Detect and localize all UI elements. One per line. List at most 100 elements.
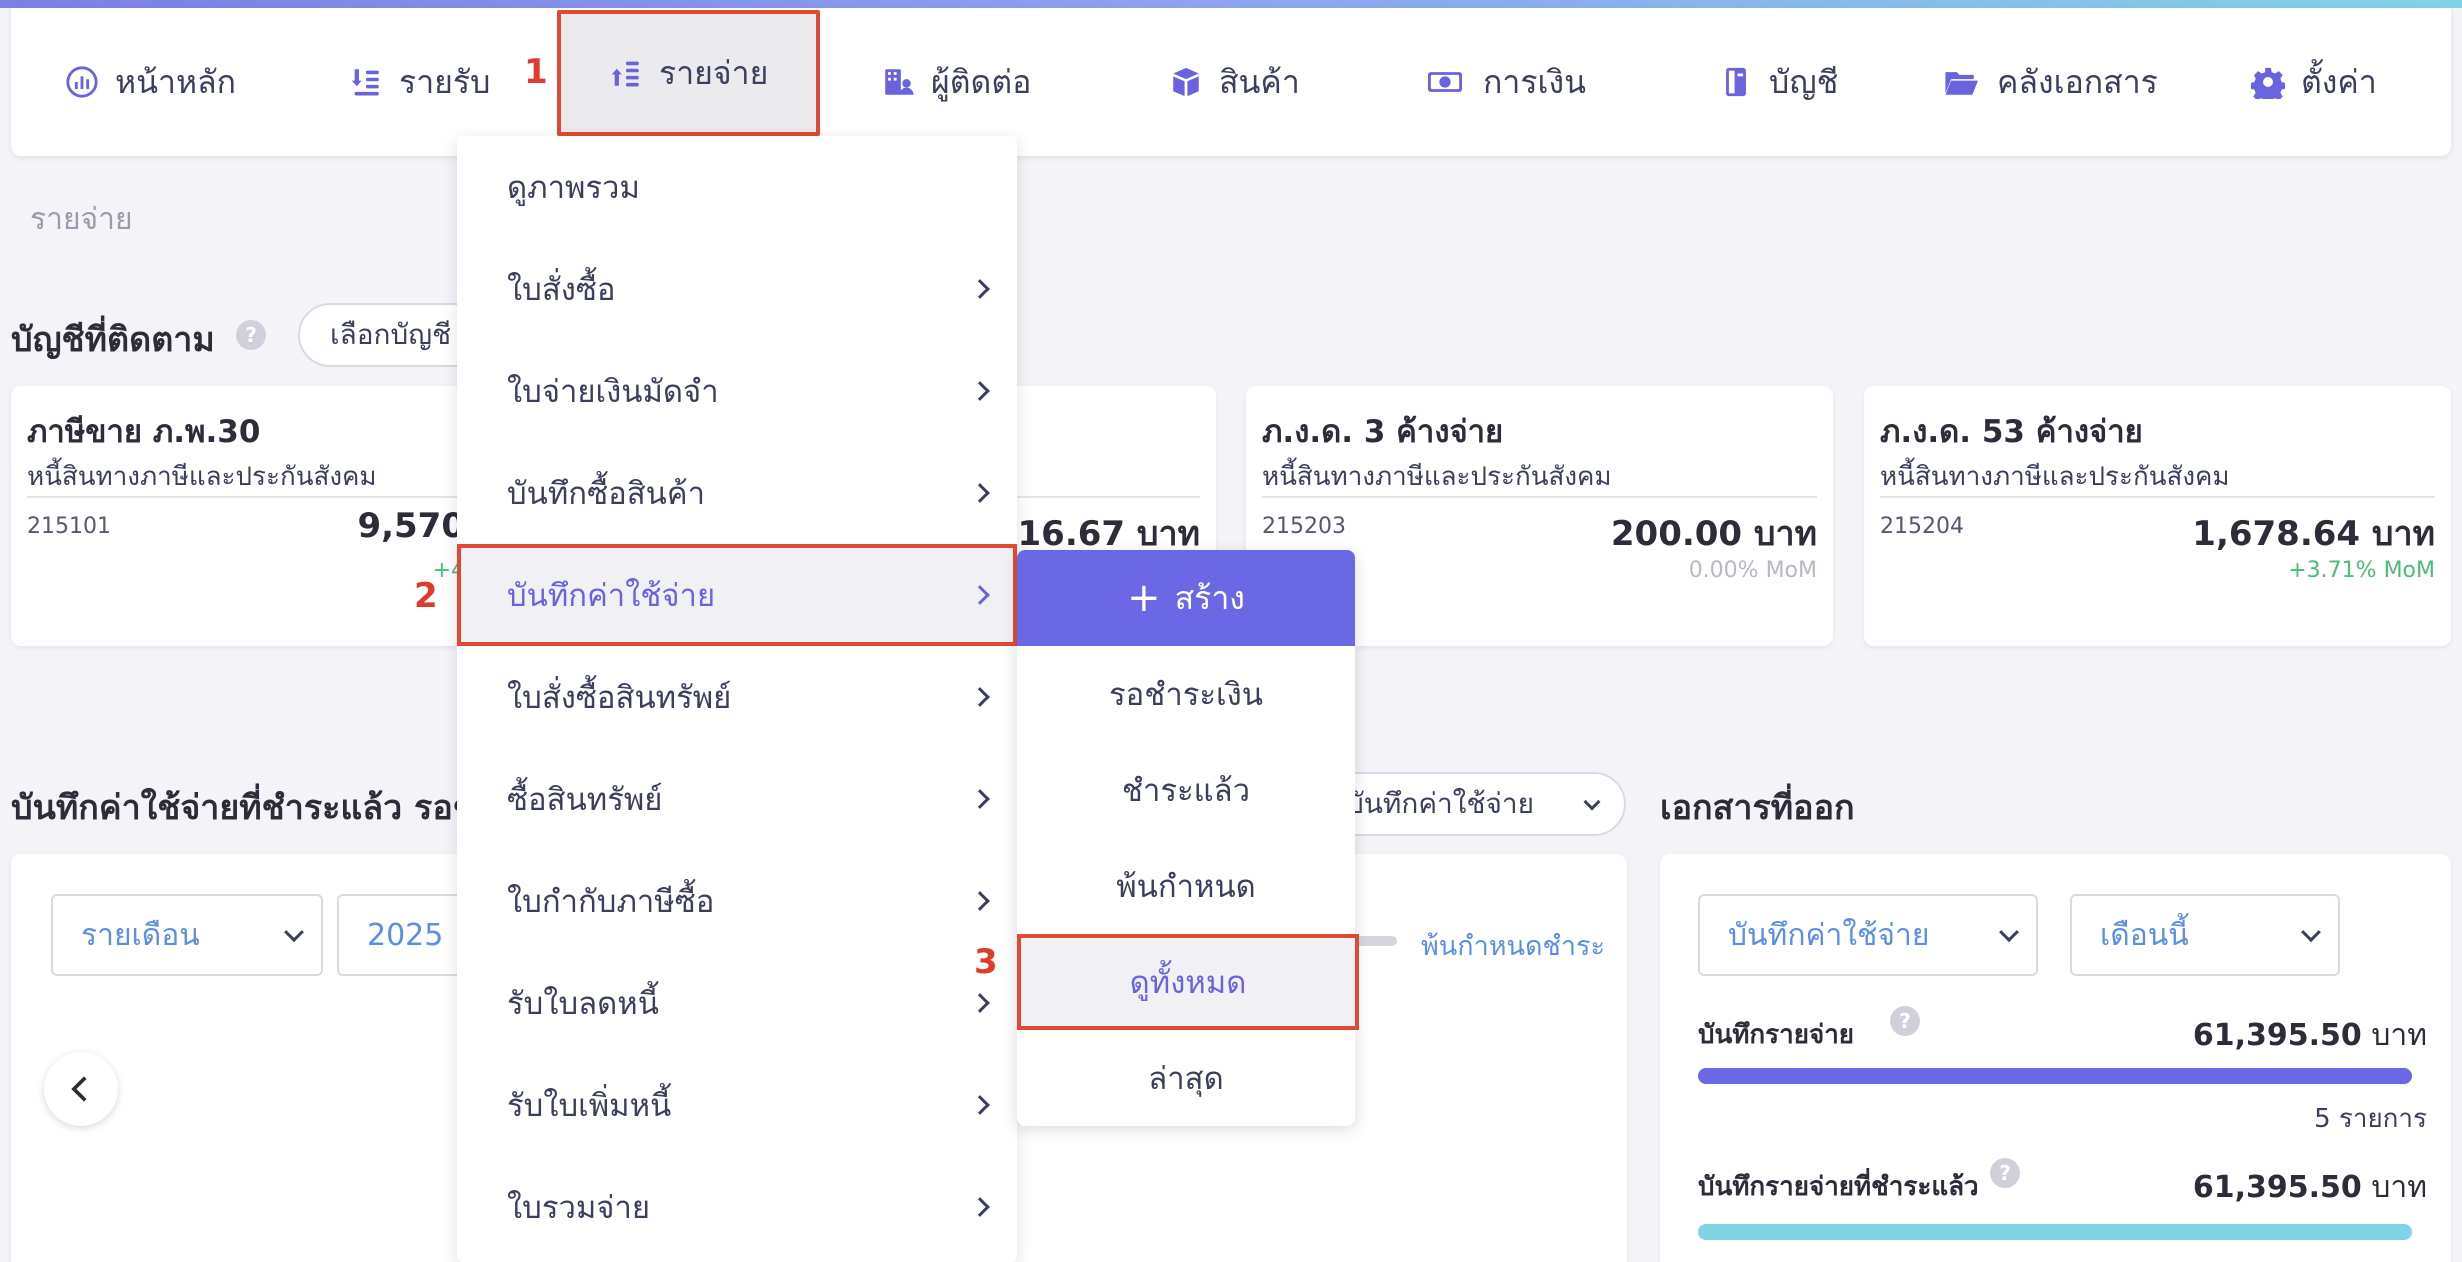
- period-select-value: รายเดือน: [81, 917, 200, 953]
- nav-label: ตั้งค่า: [2301, 62, 2377, 101]
- submenu-item-label: รอชำระเงิน: [1109, 677, 1263, 713]
- nav-item-products[interactable]: สินค้า: [1169, 8, 1300, 156]
- progress-fill: [1698, 1224, 2412, 1240]
- menu-item-label: รับใบเพิ่มหนี้: [507, 1088, 672, 1124]
- submenu-item-view-all[interactable]: ดูทั้งหมด: [1017, 934, 1359, 1030]
- menu-item-asset-po[interactable]: ใบสั่งซื้อสินทรัพย์: [457, 646, 1017, 748]
- nav-item-income[interactable]: รายรับ: [349, 8, 490, 156]
- step-annotation-2: 2: [414, 576, 438, 616]
- year-select[interactable]: 2025: [337, 894, 477, 976]
- submenu-item-awaiting-payment[interactable]: รอชำระเงิน: [1017, 646, 1355, 742]
- menu-item-label: ซื้อสินทรัพย์: [507, 782, 663, 818]
- chevron-right-icon: [970, 789, 990, 809]
- menu-item-debit-note[interactable]: รับใบเพิ่มหนี้: [457, 1054, 1017, 1156]
- menu-item-buy-asset[interactable]: ซื้อสินทรัพย์: [457, 748, 1017, 850]
- card-subtitle: หนี้สินทางภาษีและประกันสังคม: [1880, 462, 2230, 492]
- chevron-left-icon: [71, 1076, 87, 1102]
- menu-item-label: ใบกำกับภาษีซื้อ: [507, 884, 715, 920]
- menu-item-purchase-record[interactable]: บันทึกซื้อสินค้า: [457, 442, 1017, 544]
- account-mom: 0.00% MoM: [1688, 558, 1817, 583]
- submenu-item-paid[interactable]: ชำระแล้ว: [1017, 742, 1355, 838]
- gear-icon: [2251, 67, 2285, 99]
- submenu-item-label: ล่าสุด: [1148, 1061, 1224, 1097]
- nav-item-finance[interactable]: การเงิน: [1423, 8, 1586, 156]
- card-subtitle: หนี้สินทางภาษีและประกันสังคม: [27, 462, 377, 492]
- account-code: 215204: [1880, 514, 1964, 539]
- menu-item-purchase-order[interactable]: ใบสั่งซื้อ: [457, 238, 1017, 340]
- help-icon[interactable]: ?: [1990, 1158, 2020, 1188]
- expense-record-submenu: + สร้าง รอชำระเงิน ชำระแล้ว พ้นกำหนด ดูท…: [1017, 550, 1359, 1126]
- chevron-right-icon: [970, 279, 990, 299]
- amount-unit: บาท: [2371, 1170, 2427, 1205]
- submenu-item-overdue[interactable]: พ้นกำหนด: [1017, 838, 1355, 934]
- create-label: สร้าง: [1174, 578, 1245, 617]
- nav-item-documents[interactable]: คลังเอกสาร: [1941, 8, 2158, 156]
- issued-docs-panel: บันทึกค่าใช้จ่าย เดือนนี้ บันทึกรายจ่าย …: [1660, 854, 2451, 1262]
- dashboard-icon: [66, 66, 98, 98]
- doc-type-pill[interactable]: บันทึกค่าใช้จ่าย: [1320, 772, 1626, 836]
- card-title: ภาษีขาย ภ.พ.30: [27, 414, 261, 450]
- nav-label: รายจ่าย: [659, 53, 769, 92]
- submenu-item-latest[interactable]: ล่าสุด: [1017, 1030, 1355, 1126]
- chevron-right-icon: [970, 1095, 990, 1115]
- account-code: 215203: [1262, 514, 1346, 539]
- paid-expenses-title: บันทึกค่าใช้จ่ายที่ชำระแล้ว รอชำ: [11, 788, 495, 828]
- menu-item-deposit-payment[interactable]: ใบจ่ายเงินมัดจำ: [457, 340, 1017, 442]
- chevron-down-icon: [1999, 922, 2019, 943]
- chevron-down-icon: [2301, 922, 2321, 943]
- divider: [1262, 496, 1817, 498]
- menu-item-label: บันทึกค่าใช้จ่าย: [507, 578, 716, 614]
- chevron-down-icon: [1583, 793, 1601, 811]
- menu-item-overview[interactable]: ดูภาพรวม: [457, 136, 1017, 238]
- income-icon: [351, 69, 379, 96]
- chevron-right-icon: [970, 585, 990, 605]
- step-annotation-3: 3: [974, 942, 998, 982]
- doc-type-label: บันทึกค่าใช้จ่าย: [1346, 787, 1534, 820]
- progress-track: [1698, 1068, 2412, 1084]
- contacts-icon: [885, 69, 914, 95]
- product-box-icon: [1173, 67, 1199, 97]
- prev-button[interactable]: [44, 1052, 118, 1126]
- nav-label: รายรับ: [399, 62, 491, 101]
- doc-type-select[interactable]: บันทึกค่าใช้จ่าย: [1698, 894, 2038, 976]
- account-card[interactable]: ภ.ง.ด. 53 ค้างจ่าย หนี้สินทางภาษีและประก…: [1864, 386, 2451, 646]
- row-count: 5 รายการ: [2314, 1104, 2427, 1134]
- progress-fill: [1698, 1068, 2412, 1084]
- period-select[interactable]: เดือนนี้: [2070, 894, 2340, 976]
- menu-item-combined-payment[interactable]: ใบรวมจ่าย: [457, 1156, 1017, 1258]
- period-select[interactable]: รายเดือน: [51, 894, 323, 976]
- folder-icon: [1945, 72, 1978, 95]
- chevron-right-icon: [970, 891, 990, 911]
- menu-item-expense-record[interactable]: บันทึกค่าใช้จ่าย: [457, 544, 1017, 646]
- create-button[interactable]: + สร้าง: [1017, 550, 1355, 646]
- nav-item-dashboard[interactable]: หน้าหลัก: [65, 8, 236, 156]
- nav-item-ledger[interactable]: บัญชี: [1719, 8, 1838, 156]
- period-select-value: เดือนนี้: [2100, 917, 2189, 953]
- row-amount: 61,395.50 บาท: [2193, 1012, 2427, 1059]
- chevron-right-icon: [970, 993, 990, 1013]
- nav-item-settings[interactable]: ตั้งค่า: [2251, 8, 2377, 156]
- help-icon[interactable]: ?: [236, 320, 266, 350]
- menu-item-purchase-tax-invoice[interactable]: ใบกำกับภาษีซื้อ: [457, 850, 1017, 952]
- top-accent-strip: [0, 0, 2462, 8]
- nav-label: ผู้ติดต่อ: [931, 62, 1032, 101]
- chevron-right-icon: [970, 483, 990, 503]
- overdue-legend-label[interactable]: พ้นกำหนดชำระ: [1421, 924, 1605, 967]
- expense-icon: [611, 61, 639, 87]
- account-code: 215101: [27, 514, 111, 539]
- amount-unit: บาท: [2371, 1018, 2427, 1053]
- breadcrumb: รายจ่าย: [30, 202, 133, 237]
- nav-item-contacts[interactable]: ผู้ติดต่อ: [881, 8, 1031, 156]
- select-account-label: เลือกบัญชี: [330, 318, 452, 351]
- submenu-item-label: ชำระแล้ว: [1121, 773, 1251, 809]
- card-title: ภ.ง.ด. 53 ค้างจ่าย: [1880, 414, 2143, 450]
- year-select-value: 2025: [367, 917, 444, 953]
- menu-item-label: ใบสั่งซื้อสินทรัพย์: [507, 680, 732, 716]
- menu-item-credit-note[interactable]: รับใบลดหนี้: [457, 952, 1017, 1054]
- expense-dropdown-menu: ดูภาพรวม ใบสั่งซื้อ ใบจ่ายเงินมัดจำ บันท…: [457, 136, 1017, 1262]
- money-icon: [1428, 72, 1462, 92]
- nav-item-expense[interactable]: รายจ่าย: [557, 10, 821, 136]
- help-icon[interactable]: ?: [1890, 1006, 1920, 1036]
- progress-track: [1698, 1224, 2412, 1240]
- watched-accounts-title: บัญชีที่ติดตาม: [11, 320, 215, 360]
